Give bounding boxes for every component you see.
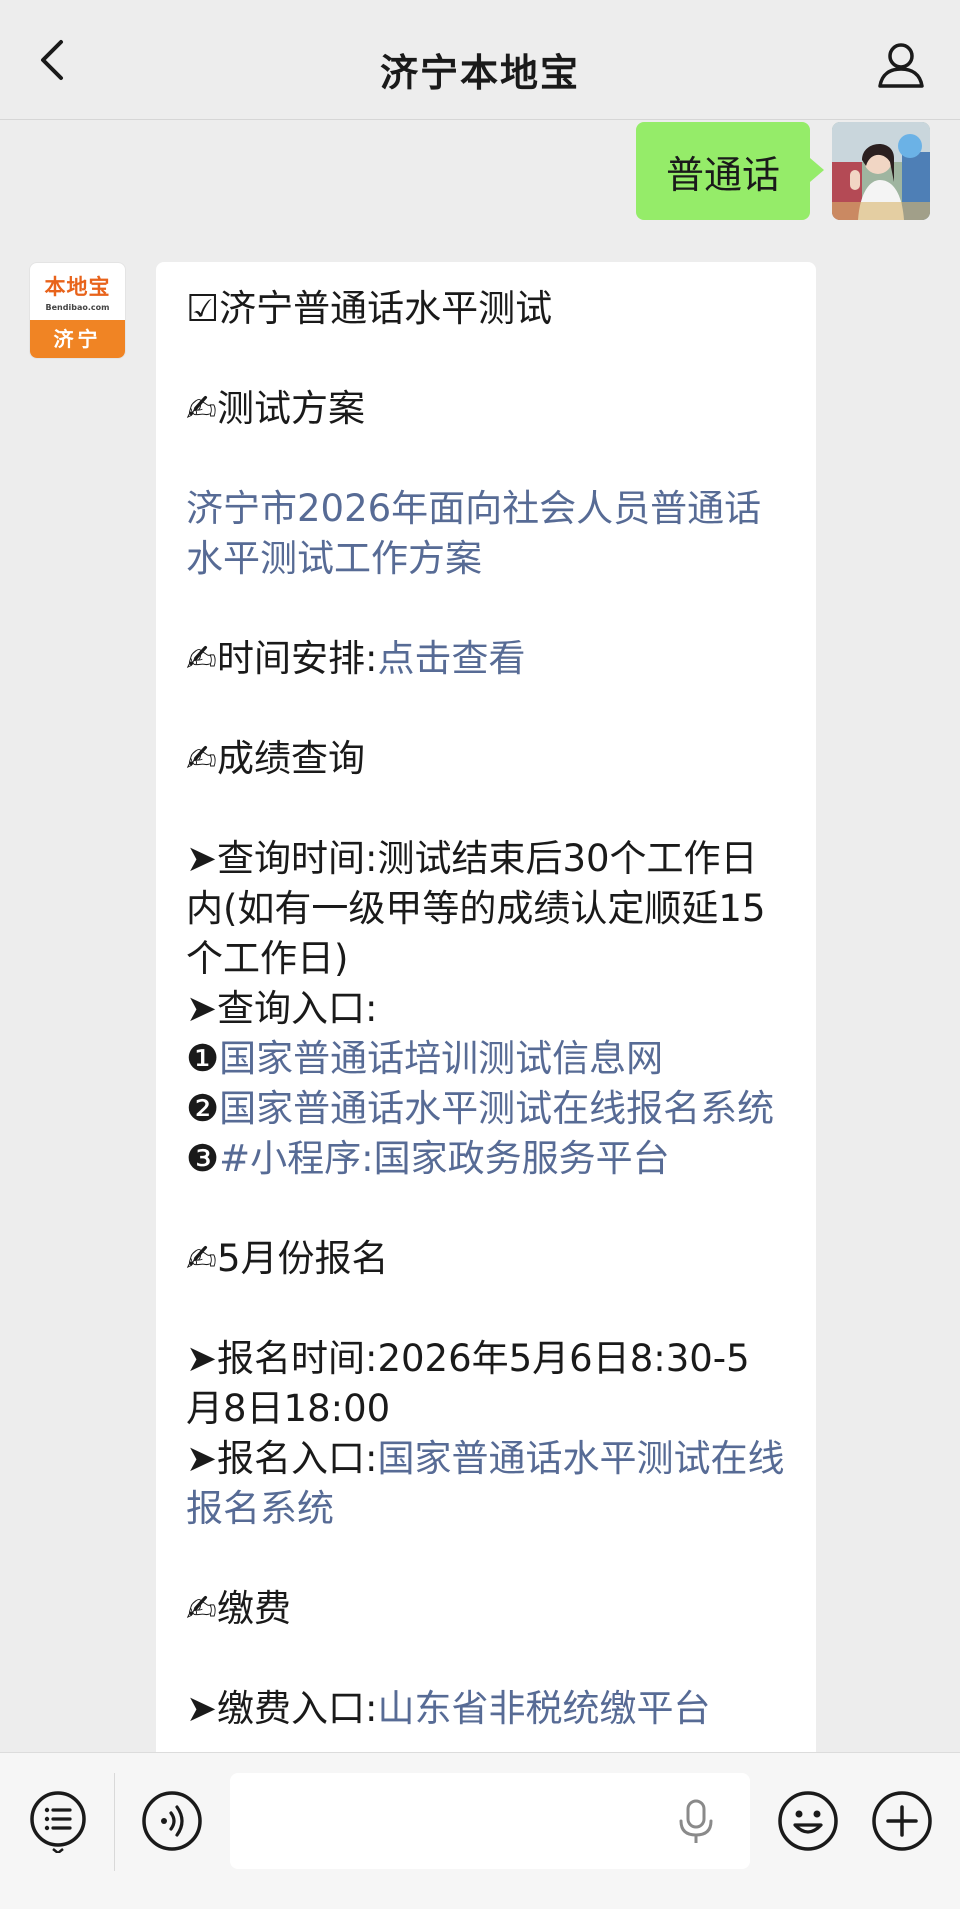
emoji-button[interactable] [776,1789,840,1853]
profile-button[interactable] [876,40,926,90]
score-query-time: ➤查询时间:测试结束后30个工作日内(如有一级甲等的成绩认定顺延15个工作日) [186,837,766,980]
entry-link-2[interactable]: 国家普通话水平测试在线报名系统 [219,1087,774,1130]
plus-icon [872,1791,932,1851]
plan-link[interactable]: 济宁市2026年面向社会人员普通话水平测试工作方案 [186,487,761,580]
section-plan-title: ✍测试方案 [186,387,366,430]
entry-link-1[interactable]: 国家普通话培训测试信息网 [219,1037,663,1080]
emoji-icon [778,1791,838,1851]
person-icon [878,43,924,88]
microphone-icon[interactable] [676,1799,716,1845]
bar-divider [114,1773,115,1871]
page-title: 济宁本地宝 [379,51,580,95]
reply-heading: ☑济宁普通话水平测试 [186,287,553,330]
entry-number-2: ❷ [186,1087,220,1130]
score-entry-label: ➤查询入口: [186,987,378,1030]
user-message-bubble[interactable]: 普通话 [635,122,825,220]
bottom-input-bar [0,1752,960,1909]
top-bar: 济宁本地宝 [0,0,960,120]
payment-entry-link[interactable]: 山东省非税统缴平台 [377,1687,710,1730]
schedule-label: ✍时间安排: [186,637,378,680]
entry-number-1: ❶ [186,1037,220,1080]
user-avatar[interactable] [832,122,930,220]
entry-number-3: ❸ [186,1137,220,1180]
schedule-link[interactable]: 点击查看 [377,637,525,680]
section-payment-title: ✍缴费 [186,1587,292,1630]
logo-city: 济宁 [30,320,125,358]
logo-url: Bendibao.com [45,303,110,312]
bot-avatar[interactable]: 本地宝 Bendibao.com 济宁 [29,262,126,359]
voice-button[interactable] [140,1789,204,1853]
section-may-registration-title: ✍5月份报名 [186,1237,389,1280]
section-score-title: ✍成绩查询 [186,737,366,780]
menu-button[interactable] [28,1789,88,1855]
voice-icon [142,1791,202,1851]
logo-text: 本地宝 [44,275,111,299]
entry-link-3[interactable]: #小程序:国家政务服务平台 [219,1137,669,1180]
bot-reply-bubble: ☑济宁普通话水平测试 ✍测试方案 济宁市2026年面向社会人员普通话水平测试工作… [156,262,816,1762]
more-button[interactable] [870,1789,934,1853]
menu-list-icon [30,1791,86,1855]
registration-entry-label: ➤报名入口: [186,1437,378,1480]
bot-logo: 本地宝 Bendibao.com [30,263,125,320]
user-avatar-photo [832,122,930,220]
payment-entry-label: ➤缴费入口: [186,1687,378,1730]
registration-time: ➤报名时间:2026年5月6日8:30-5月8日18:00 [186,1337,750,1430]
message-input[interactable] [230,1773,750,1869]
user-message-text: 普通话 [665,152,780,197]
